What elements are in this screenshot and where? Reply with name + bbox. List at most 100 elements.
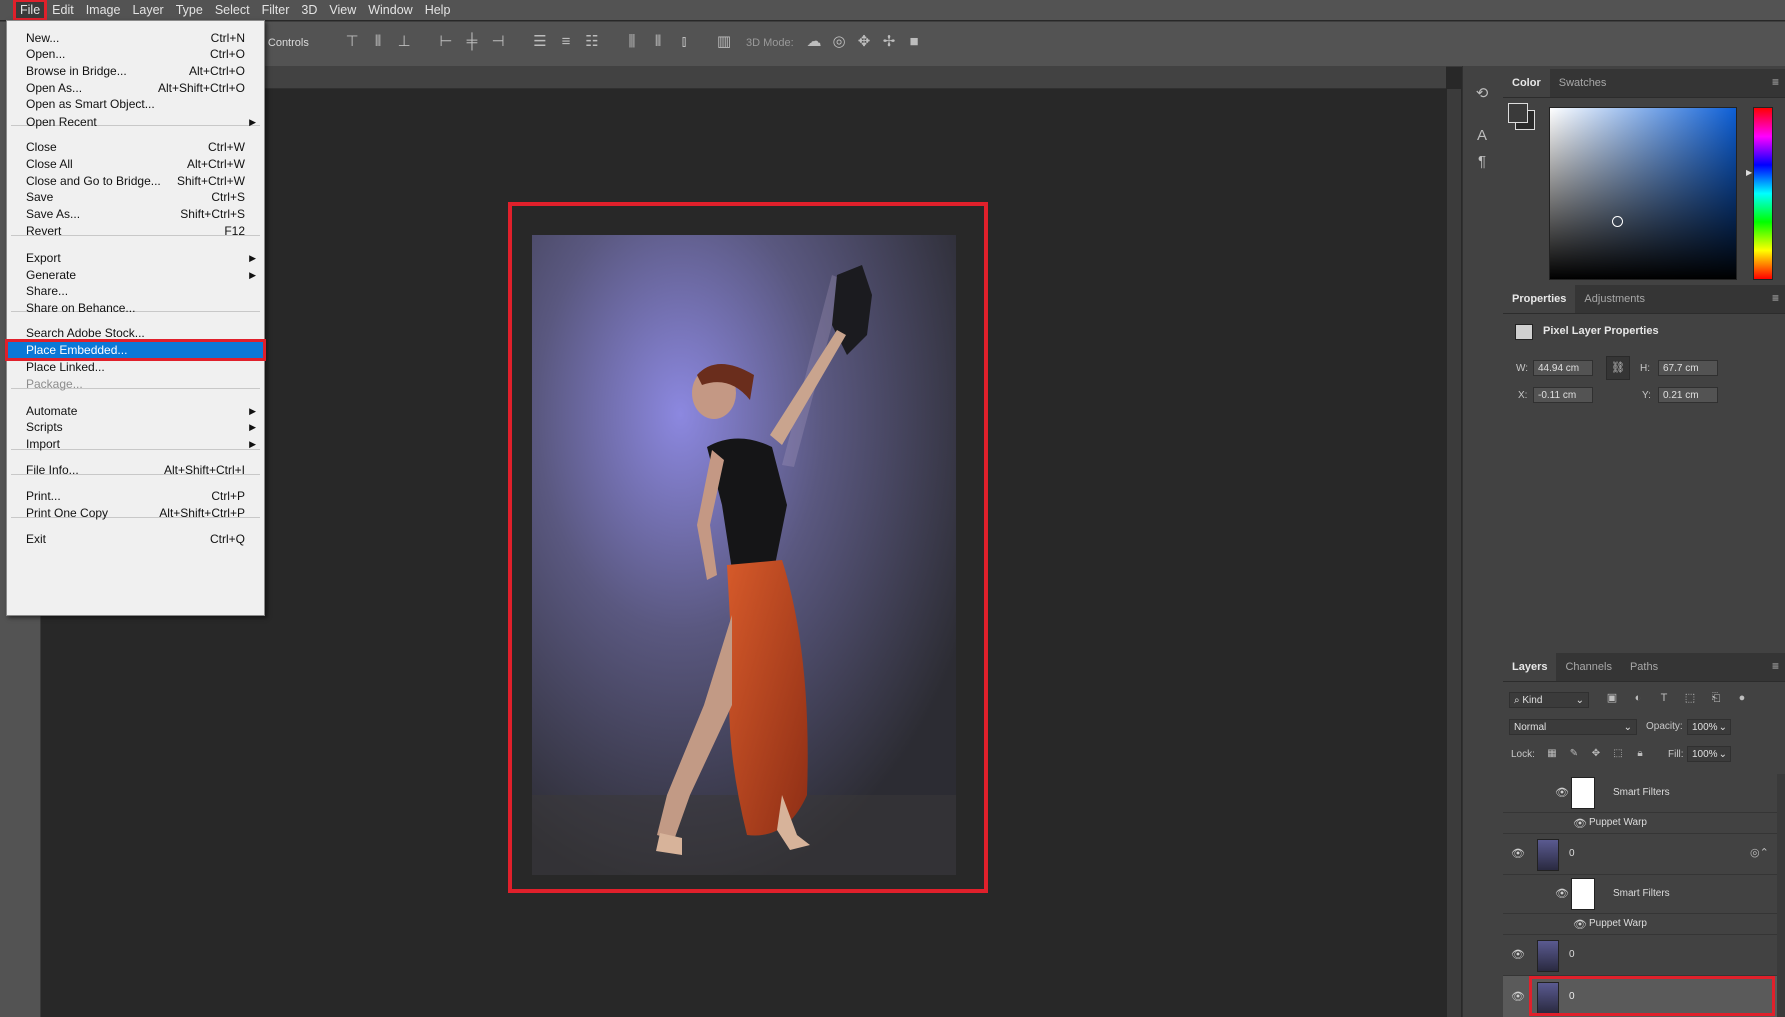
- filter-row[interactable]: 👁︎ Puppet Warp: [1503, 914, 1778, 935]
- visibility-eye-icon[interactable]: 👁︎: [1555, 887, 1569, 900]
- panel-menu-icon[interactable]: ≡: [1772, 291, 1779, 305]
- link-icon[interactable]: ⛓: [1606, 356, 1630, 380]
- 3d-pan-icon[interactable]: ✥: [855, 34, 873, 52]
- lock-artboard-icon[interactable]: ⬚: [1609, 746, 1627, 764]
- menu-type[interactable]: Type: [170, 0, 209, 20]
- lock-position-icon[interactable]: ✥: [1587, 746, 1605, 764]
- tab-color[interactable]: Color: [1503, 69, 1550, 97]
- filter-pixel-icon[interactable]: ▣: [1603, 690, 1621, 708]
- filter-shape-icon[interactable]: ⬚: [1681, 690, 1699, 708]
- menu-item-scripts[interactable]: Scripts ▶: [7, 418, 264, 436]
- opacity-field[interactable]: 100% ⌄: [1687, 719, 1731, 735]
- menu-item-open-recent[interactable]: Open Recent ▶: [7, 113, 264, 131]
- y-field[interactable]: 0.21 cm: [1658, 387, 1718, 403]
- menu-edit[interactable]: Edit: [46, 0, 80, 20]
- tab-channels[interactable]: Channels: [1556, 653, 1620, 681]
- tab-properties[interactable]: Properties: [1503, 285, 1576, 313]
- menu-item-place-linked[interactable]: Place Linked...: [7, 358, 264, 376]
- menu-item-browse-in-bridge[interactable]: Browse in Bridge... Alt+Ctrl+O: [7, 62, 264, 80]
- character-icon[interactable]: A: [1473, 128, 1491, 146]
- 3d-roll-icon[interactable]: ◎: [830, 34, 848, 52]
- foreground-color-swatch[interactable]: [1508, 103, 1528, 123]
- distribute-top-icon[interactable]: ☰: [531, 34, 549, 52]
- distribute-right-icon[interactable]: ⫾: [675, 34, 693, 52]
- menu-item-place-embedded[interactable]: Place Embedded...: [5, 339, 266, 361]
- menu-item-revert[interactable]: Revert F12: [7, 222, 264, 240]
- menu-3d[interactable]: 3D: [295, 0, 323, 20]
- menu-layer[interactable]: Layer: [126, 0, 169, 20]
- menu-help[interactable]: Help: [419, 0, 457, 20]
- history-icon[interactable]: ⟲: [1473, 86, 1491, 104]
- menu-item-search-adobe-stock[interactable]: Search Adobe Stock...: [7, 324, 264, 342]
- align-vcenter-icon[interactable]: ⫴: [369, 34, 387, 52]
- layer-kind-filter[interactable]: ⌕ Kind ⌄: [1509, 692, 1589, 708]
- lock-pixels-icon[interactable]: ✎: [1565, 746, 1583, 764]
- layers-scrollbar[interactable]: [1777, 774, 1785, 1017]
- menu-item-print[interactable]: Print... Ctrl+P: [7, 487, 264, 505]
- menu-item-share[interactable]: Share...: [7, 282, 264, 300]
- filter-type-icon[interactable]: T: [1655, 690, 1673, 708]
- width-field[interactable]: 44.94 cm: [1533, 360, 1593, 376]
- visibility-eye-icon[interactable]: 👁︎: [1573, 817, 1587, 830]
- height-field[interactable]: 67.7 cm: [1658, 360, 1718, 376]
- align-top-icon[interactable]: ⊤: [343, 34, 361, 52]
- lock-transparency-icon[interactable]: ▦: [1543, 746, 1561, 764]
- menu-view[interactable]: View: [323, 0, 362, 20]
- filter-smartobject-icon[interactable]: ⎗: [1707, 690, 1725, 708]
- menu-item-save[interactable]: Save Ctrl+S: [7, 188, 264, 206]
- lock-all-icon[interactable]: 🔒︎: [1631, 746, 1649, 764]
- menu-item-import[interactable]: Import ▶: [7, 435, 264, 453]
- menu-item-open[interactable]: Open... Ctrl+O: [7, 45, 264, 63]
- 3d-slide-icon[interactable]: ✢: [880, 34, 898, 52]
- filter-adjustment-icon[interactable]: ◐: [1629, 690, 1647, 708]
- color-picker-ring[interactable]: [1612, 216, 1623, 227]
- menu-item-export[interactable]: Export ▶: [7, 249, 264, 267]
- menu-item-file-info[interactable]: File Info... Alt+Shift+Ctrl+I: [7, 461, 264, 479]
- layer-row[interactable]: 👁︎ 0: [1503, 935, 1778, 976]
- panel-menu-icon[interactable]: ≡: [1772, 659, 1779, 673]
- tab-adjustments[interactable]: Adjustments: [1575, 285, 1654, 313]
- visibility-eye-icon[interactable]: 👁︎: [1511, 948, 1525, 961]
- visibility-eye-icon[interactable]: 👁︎: [1573, 918, 1587, 931]
- filter-row[interactable]: 👁︎ Puppet Warp: [1503, 813, 1778, 834]
- x-field[interactable]: -0.11 cm: [1533, 387, 1593, 403]
- layer-row[interactable]: 👁︎ 0 ◎⌃: [1503, 834, 1778, 875]
- auto-align-icon[interactable]: ▥: [715, 34, 733, 52]
- filter-toggle-icon[interactable]: ●: [1733, 690, 1751, 708]
- menu-filter[interactable]: Filter: [256, 0, 296, 20]
- layer-row-selected[interactable]: 👁︎ 0: [1503, 976, 1778, 1017]
- menu-item-save-as[interactable]: Save As... Shift+Ctrl+S: [7, 205, 264, 223]
- hue-slider-handle-icon[interactable]: ▶: [1746, 168, 1752, 177]
- menu-item-close-all[interactable]: Close All Alt+Ctrl+W: [7, 155, 264, 173]
- align-bottom-icon[interactable]: ⊥: [395, 34, 413, 52]
- canvas-vertical-scrollbar[interactable]: [1447, 89, 1461, 1017]
- color-field[interactable]: [1549, 107, 1737, 280]
- visibility-eye-icon[interactable]: 👁︎: [1555, 786, 1569, 799]
- tab-paths[interactable]: Paths: [1621, 653, 1667, 681]
- hue-slider[interactable]: [1753, 107, 1773, 280]
- menu-select[interactable]: Select: [209, 0, 256, 20]
- 3d-scale-icon[interactable]: ■: [905, 34, 923, 52]
- menu-item-print-one-copy[interactable]: Print One Copy Alt+Shift+Ctrl+P: [7, 504, 264, 522]
- tab-swatches[interactable]: Swatches: [1550, 69, 1616, 97]
- distribute-vcenter-icon[interactable]: ≡: [557, 34, 575, 52]
- tab-layers[interactable]: Layers: [1503, 653, 1557, 681]
- menu-item-open-as-smart-object[interactable]: Open as Smart Object...: [7, 95, 264, 113]
- visibility-eye-icon[interactable]: 👁︎: [1511, 847, 1525, 860]
- distribute-left-icon[interactable]: ⫼: [623, 34, 641, 52]
- blend-mode-select[interactable]: Normal ⌄: [1509, 719, 1637, 735]
- distribute-bottom-icon[interactable]: ☷: [583, 34, 601, 52]
- menu-image[interactable]: Image: [80, 0, 127, 20]
- distribute-hcenter-icon[interactable]: ⦀: [649, 34, 667, 52]
- menu-item-share-on-behance[interactable]: Share on Behance...: [7, 299, 264, 317]
- fill-field[interactable]: 100% ⌄: [1687, 746, 1731, 762]
- smart-filters-row[interactable]: 👁︎ Smart Filters: [1503, 875, 1778, 914]
- paragraph-icon[interactable]: ¶: [1473, 154, 1491, 172]
- align-right-icon[interactable]: ⊣: [489, 34, 507, 52]
- menu-item-exit[interactable]: Exit Ctrl+Q: [7, 530, 264, 548]
- menu-window[interactable]: Window: [362, 0, 418, 20]
- smart-filters-row[interactable]: 👁︎ Smart Filters: [1503, 774, 1778, 813]
- align-left-icon[interactable]: ⊢: [437, 34, 455, 52]
- panel-menu-icon[interactable]: ≡: [1772, 75, 1779, 89]
- menu-item-close[interactable]: Close Ctrl+W: [7, 138, 264, 156]
